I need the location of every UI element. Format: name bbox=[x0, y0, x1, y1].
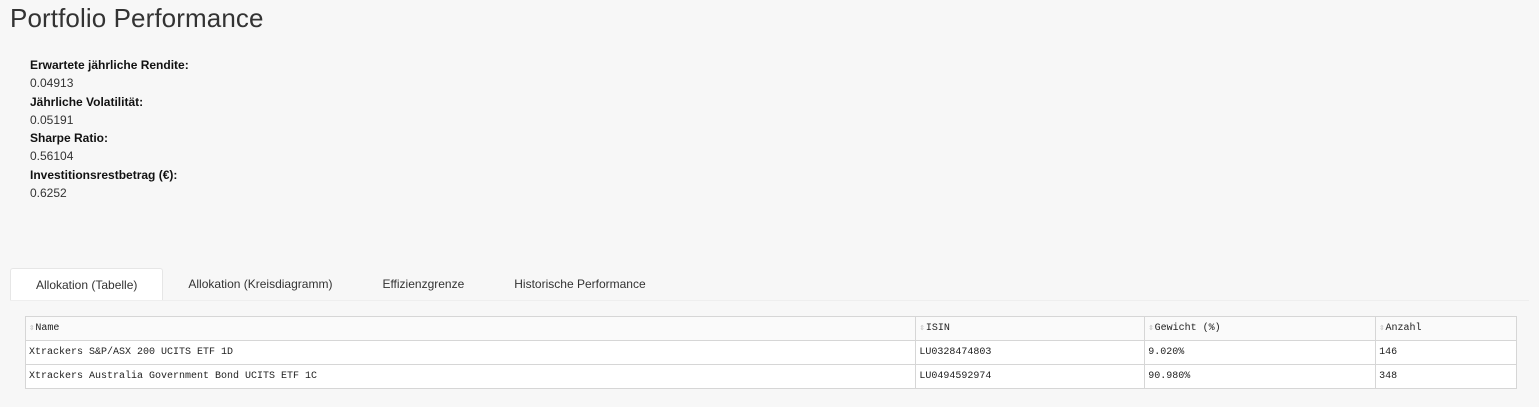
sort-icon: ⇳ bbox=[1148, 323, 1154, 333]
tab-efficient-frontier[interactable]: Effizienzgrenze bbox=[357, 268, 489, 300]
cell-weight: 90.980% bbox=[1144, 364, 1377, 389]
page-title: Portfolio Performance bbox=[10, 3, 264, 33]
tab-historical-performance[interactable]: Historische Performance bbox=[489, 268, 670, 300]
metric-label-remaining-amount: Investitionsrestbetrag (€): bbox=[30, 167, 178, 182]
table-header-row: ⇳Name ⇳ISIN ⇳Gewicht (%) ⇳Anzahl bbox=[24, 316, 1517, 341]
table-row: Xtrackers S&P/ASX 200 UCITS ETF 1D LU032… bbox=[24, 340, 1517, 365]
column-header-label: Gewicht (%) bbox=[1154, 323, 1221, 334]
tab-allocation-table[interactable]: Allokation (Tabelle) bbox=[10, 268, 164, 300]
column-header-weight[interactable]: ⇳Gewicht (%) bbox=[1144, 316, 1377, 341]
metric-value-sharpe-ratio: 0.56104 bbox=[30, 149, 74, 164]
table-row: Xtrackers Australia Government Bond UCIT… bbox=[24, 364, 1517, 389]
allocation-table: ⇳Name ⇳ISIN ⇳Gewicht (%) ⇳Anzahl Xtracke… bbox=[24, 316, 1517, 389]
cell-name: Xtrackers S&P/ASX 200 UCITS ETF 1D bbox=[24, 340, 917, 365]
metric-value-expected-return: 0.04913 bbox=[30, 76, 74, 91]
column-header-label: Anzahl bbox=[1385, 323, 1422, 334]
metric-label-sharpe-ratio: Sharpe Ratio: bbox=[30, 131, 109, 146]
sort-icon: ⇳ bbox=[29, 323, 35, 333]
metrics-panel: Erwartete jährliche Rendite: 0.04913 Jäh… bbox=[30, 56, 189, 202]
column-header-isin[interactable]: ⇳ISIN bbox=[915, 316, 1146, 341]
tab-allocation-pie-chart[interactable]: Allokation (Kreisdiagramm) bbox=[163, 268, 357, 300]
cell-isin: LU0494592974 bbox=[915, 364, 1146, 389]
cell-count: 348 bbox=[1375, 364, 1517, 389]
column-header-label: ISIN bbox=[925, 323, 950, 334]
column-header-label: Name bbox=[35, 323, 60, 334]
metric-label-volatility: Jährliche Volatilität: bbox=[30, 94, 144, 109]
tab-bar: Allokation (Tabelle) Allokation (Kreisdi… bbox=[10, 268, 671, 300]
allocation-table-container: ⇳Name ⇳ISIN ⇳Gewicht (%) ⇳Anzahl Xtracke… bbox=[24, 316, 1517, 389]
sort-icon: ⇳ bbox=[919, 323, 925, 333]
sort-icon: ⇳ bbox=[1379, 323, 1385, 333]
metric-label-expected-return: Erwartete jährliche Rendite: bbox=[30, 58, 189, 72]
page: Portfolio Performance Erwartete jährlich… bbox=[0, 0, 1539, 407]
metric-value-volatility: 0.05191 bbox=[30, 112, 74, 127]
tab-divider bbox=[10, 300, 1529, 301]
cell-isin: LU0328474803 bbox=[915, 340, 1146, 365]
metric-value-remaining-amount: 0.6252 bbox=[30, 186, 67, 201]
cell-name: Xtrackers Australia Government Bond UCIT… bbox=[24, 364, 917, 389]
column-header-name[interactable]: ⇳Name bbox=[24, 316, 917, 341]
cell-count: 146 bbox=[1375, 340, 1517, 365]
column-header-count[interactable]: ⇳Anzahl bbox=[1375, 316, 1517, 341]
cell-weight: 9.020% bbox=[1144, 340, 1377, 365]
